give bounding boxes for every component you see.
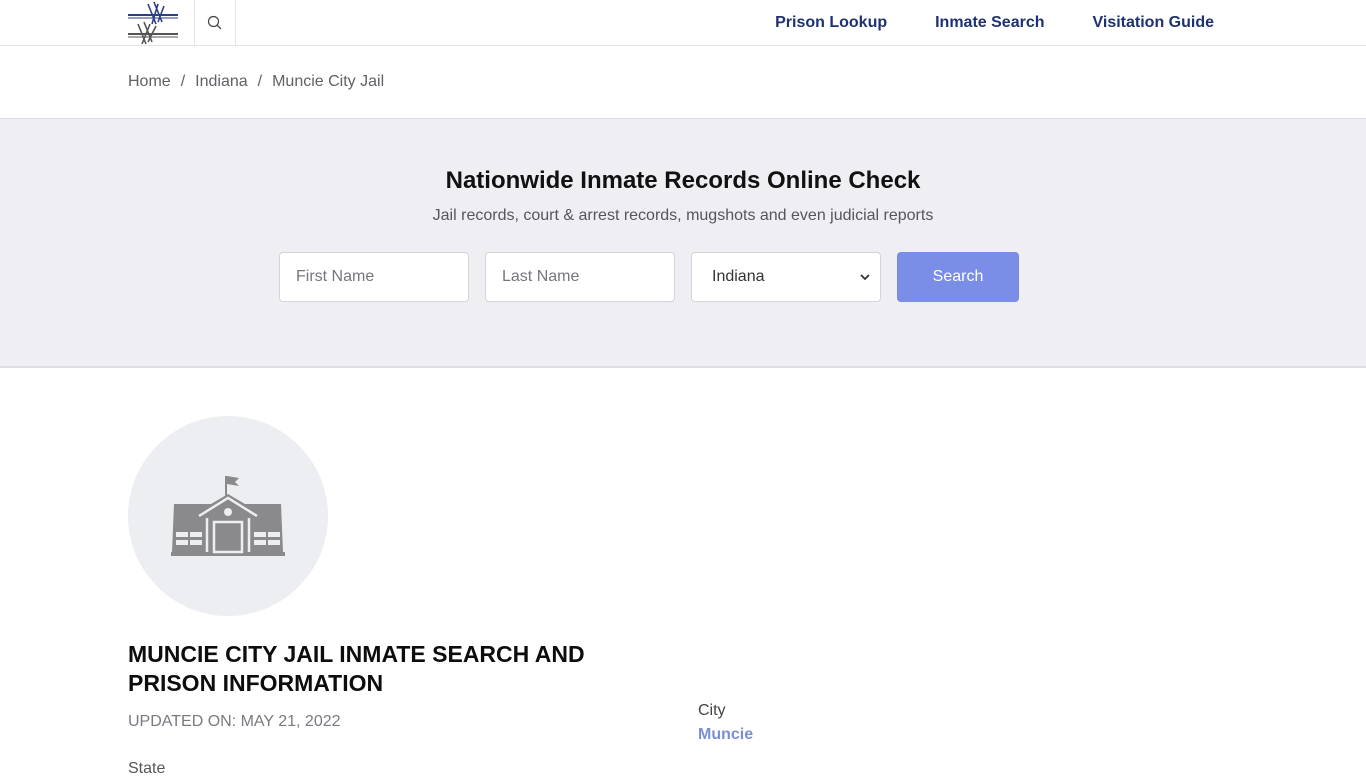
state-select[interactable]: Indiana [691, 252, 881, 302]
hero-title: Nationwide Inmate Records Online Check [445, 167, 921, 194]
city-link[interactable]: Muncie [698, 726, 753, 744]
breadcrumb: Home / Indiana / Muncie City Jail [0, 46, 1366, 119]
nav-inmate-search[interactable]: Inmate Search [935, 14, 1044, 32]
state-select-value: Indiana [712, 268, 765, 285]
building-icon [171, 476, 285, 556]
city-label: City [698, 702, 726, 719]
search-icon [207, 15, 222, 30]
site-logo[interactable] [128, 0, 180, 46]
state-label: State [128, 760, 166, 777]
main-nav: Prison Lookup Inmate Search Visitation G… [775, 0, 1214, 46]
updated-date: UPDATED ON: MAY 21, 2022 [128, 713, 341, 730]
top-navbar: Prison Lookup Inmate Search Visitation G… [0, 0, 1366, 46]
breadcrumb-indiana[interactable]: Indiana [195, 73, 248, 91]
facility-image [128, 416, 328, 616]
hero-subtitle: Jail records, court & arrest records, mu… [432, 207, 934, 224]
first-name-input[interactable] [279, 252, 469, 302]
nav-prison-lookup[interactable]: Prison Lookup [775, 14, 887, 32]
chevron-down-icon [860, 274, 870, 281]
breadcrumb-separator: / [180, 73, 186, 90]
breadcrumb-home[interactable]: Home [128, 73, 171, 91]
barbed-wire-logo-icon [128, 1, 178, 45]
search-button[interactable]: Search [897, 252, 1019, 302]
breadcrumb-current: Muncie City Jail [272, 73, 385, 90]
search-toggle[interactable] [194, 0, 236, 46]
search-form: Indiana Search [279, 252, 1019, 302]
facility-title: MUNCIE CITY JAIL INMATE SEARCH AND PRISO… [128, 641, 585, 696]
inmate-search-hero: Nationwide Inmate Records Online Check J… [0, 119, 1366, 368]
breadcrumb-separator: / [257, 73, 263, 90]
last-name-input[interactable] [485, 252, 675, 302]
nav-visitation-guide[interactable]: Visitation Guide [1093, 14, 1215, 32]
